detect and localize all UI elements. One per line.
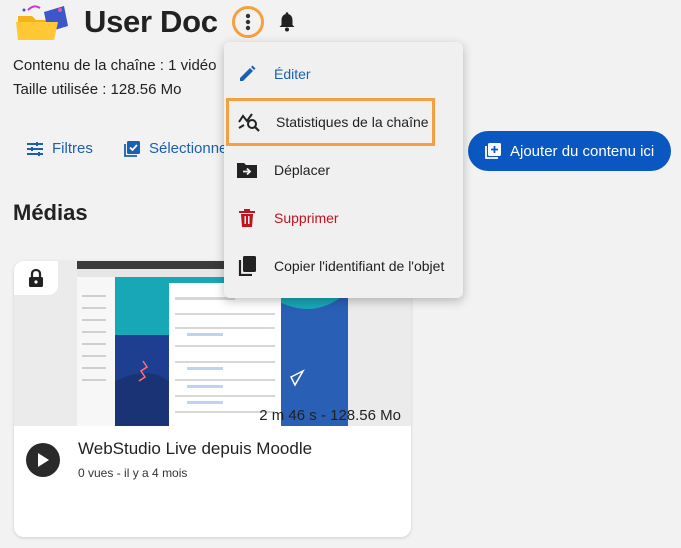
- menu-item-edit[interactable]: Éditer: [224, 50, 463, 98]
- menu-item-copy-id[interactable]: Copier l'identifiant de l'objet: [224, 242, 463, 290]
- kebab-icon: [245, 13, 250, 31]
- menu-item-label: Déplacer: [274, 162, 331, 178]
- pencil-icon: [236, 63, 258, 85]
- channel-header: User Doc: [14, 0, 298, 44]
- add-library-icon: [485, 143, 501, 159]
- filter-sliders-icon: [27, 141, 43, 156]
- select-button[interactable]: Sélectionner: [124, 140, 232, 157]
- menu-item-label: Éditer: [274, 66, 311, 82]
- play-button[interactable]: [26, 443, 60, 477]
- meta-separator: -: [116, 466, 125, 480]
- private-lock-badge: [14, 261, 58, 295]
- select-checkbox-icon: [124, 140, 140, 157]
- add-content-label: Ajouter du contenu ici: [510, 142, 655, 160]
- more-options-button[interactable]: [231, 6, 264, 38]
- lock-icon: [29, 268, 43, 287]
- channel-info: Contenu de la chaîne : 1 vidéo Taille ut…: [13, 54, 216, 102]
- channel-content-count: Contenu de la chaîne : 1 vidéo: [13, 57, 217, 74]
- media-title[interactable]: WebStudio Live depuis Moodle: [78, 439, 312, 459]
- channel-size: Taille utilisée : 128.56 Mo: [13, 81, 182, 98]
- folder-move-icon: [236, 159, 258, 181]
- media-card[interactable]: 2 m 46 s - 128.56 Mo WebStudio Live depu…: [14, 261, 411, 537]
- play-icon: [38, 453, 49, 467]
- media-views: 0 vues: [78, 466, 114, 480]
- menu-item-label: Supprimer: [274, 210, 339, 226]
- channel-options-menu: Éditer Statistiques de la chaîne Déplace…: [224, 42, 463, 298]
- media-age: il y a 4 mois: [124, 466, 188, 480]
- stats-search-icon: [238, 111, 260, 133]
- add-content-button[interactable]: Ajouter du contenu ici: [468, 131, 671, 171]
- menu-item-delete[interactable]: Supprimer: [224, 194, 463, 242]
- page-title: User Doc: [84, 4, 218, 39]
- media-duration-size: 2 m 46 s - 128.56 Mo: [259, 407, 401, 424]
- menu-item-channel-statistics[interactable]: Statistiques de la chaîne: [226, 98, 435, 146]
- copy-icon: [236, 255, 258, 277]
- filters-label: Filtres: [52, 140, 93, 157]
- menu-item-move[interactable]: Déplacer: [224, 146, 463, 194]
- media-meta: 0 vues - il y a 4 mois: [78, 466, 187, 480]
- folder-icon: [14, 2, 70, 42]
- select-label: Sélectionner: [149, 140, 233, 157]
- filters-button[interactable]: Filtres: [27, 140, 93, 157]
- section-title: Médias: [13, 200, 88, 225]
- trash-icon: [236, 207, 258, 229]
- menu-item-label: Copier l'identifiant de l'objet: [274, 258, 445, 274]
- menu-item-label: Statistiques de la chaîne: [276, 114, 429, 130]
- notification-bell-icon[interactable]: [276, 11, 298, 33]
